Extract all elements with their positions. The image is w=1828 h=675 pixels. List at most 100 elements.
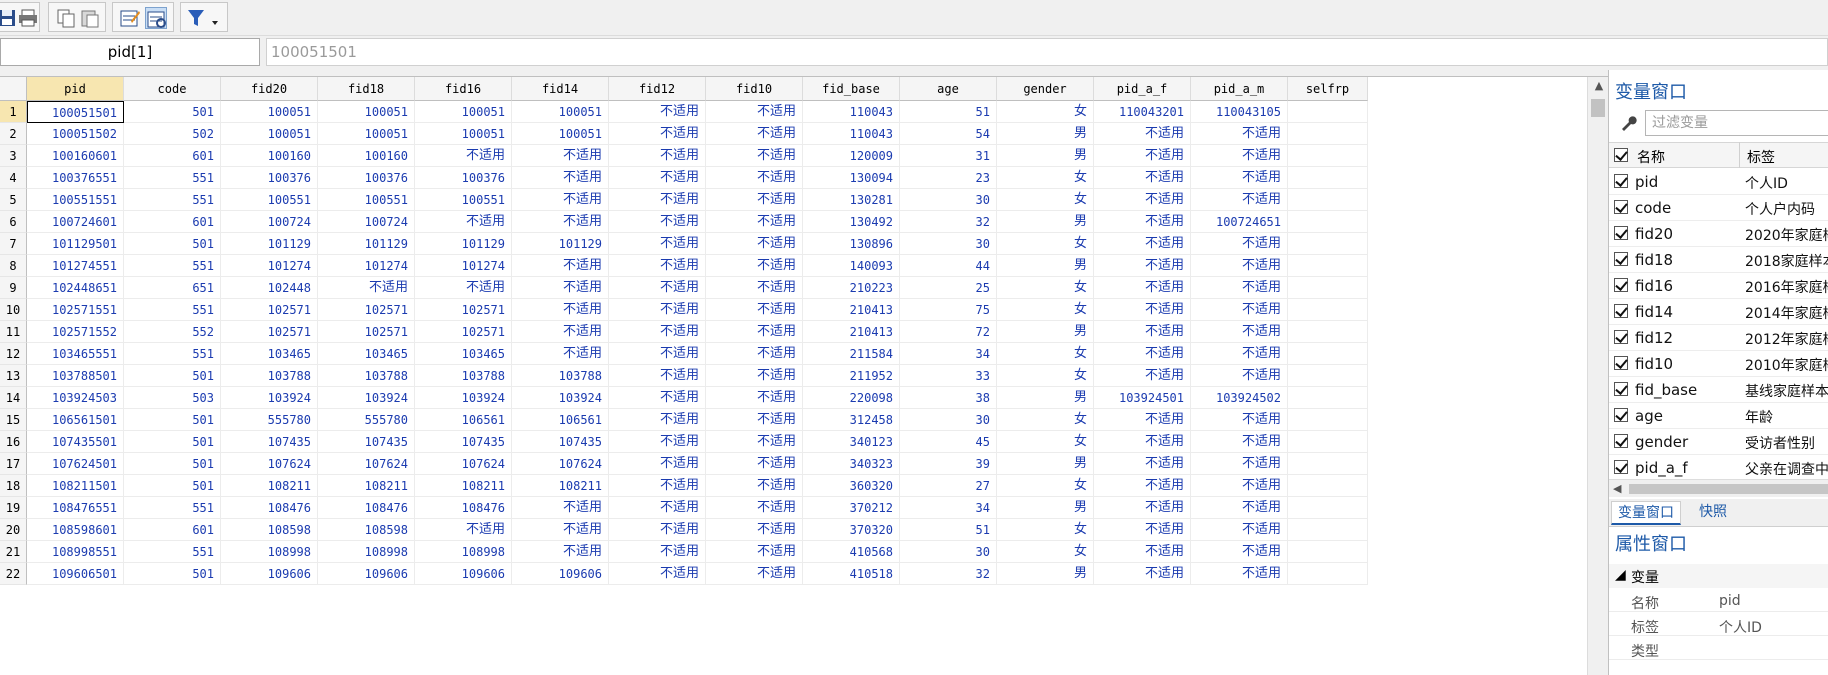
column-header-age[interactable]: age xyxy=(900,77,997,101)
grid-cell-fid14[interactable]: 100051 xyxy=(512,123,609,145)
row-header[interactable]: 12 xyxy=(0,343,27,365)
row-header[interactable]: 8 xyxy=(0,255,27,277)
grid-cell-fid18[interactable]: 100051 xyxy=(318,123,415,145)
grid-cell-pid_a_f[interactable]: 不适用 xyxy=(1094,145,1191,167)
grid-cell-age[interactable]: 51 xyxy=(900,101,997,123)
grid-cell-pid_a_f[interactable]: 110043201 xyxy=(1094,101,1191,123)
grid-cell-fid10[interactable]: 不适用 xyxy=(706,453,803,475)
grid-cell-fid12[interactable]: 不适用 xyxy=(609,299,706,321)
grid-cell-selfrp[interactable] xyxy=(1288,365,1368,387)
print-icon[interactable] xyxy=(17,7,39,29)
grid-cell-fid18[interactable]: 107624 xyxy=(318,453,415,475)
grid-cell-code[interactable]: 551 xyxy=(124,343,221,365)
grid-cell-fid16[interactable]: 不适用 xyxy=(415,145,512,167)
grid-cell-pid_a_f[interactable]: 不适用 xyxy=(1094,189,1191,211)
grid-cell-gender[interactable]: 女 xyxy=(997,409,1094,431)
variable-checkbox[interactable] xyxy=(1614,226,1628,240)
grid-cell-pid_a_f[interactable]: 不适用 xyxy=(1094,211,1191,233)
grid-cell-selfrp[interactable] xyxy=(1288,123,1368,145)
cell-value-box[interactable]: 100051501 xyxy=(266,38,1828,66)
grid-cell-fid18[interactable]: 100376 xyxy=(318,167,415,189)
grid-cell-gender[interactable]: 男 xyxy=(997,387,1094,409)
grid-cell-fid18[interactable]: 101129 xyxy=(318,233,415,255)
grid-cell-selfrp[interactable] xyxy=(1288,409,1368,431)
grid-cell-fid18[interactable]: 102571 xyxy=(318,299,415,321)
grid-cell-pid[interactable]: 101129501 xyxy=(27,233,124,255)
copy-icon[interactable] xyxy=(55,7,77,29)
grid-cell-gender[interactable]: 男 xyxy=(997,211,1094,233)
grid-cell-fid_base[interactable]: 360320 xyxy=(803,475,900,497)
column-header-pid_a_f[interactable]: pid_a_f xyxy=(1094,77,1191,101)
grid-cell-fid10[interactable]: 不适用 xyxy=(706,211,803,233)
property-row[interactable]: 类型 xyxy=(1609,638,1828,660)
column-header-fid14[interactable]: fid14 xyxy=(512,77,609,101)
grid-cell-fid18[interactable]: 101274 xyxy=(318,255,415,277)
edit-icon[interactable] xyxy=(119,7,141,29)
grid-cell-fid10[interactable]: 不适用 xyxy=(706,387,803,409)
grid-cell-code[interactable]: 551 xyxy=(124,541,221,563)
row-header[interactable]: 1 xyxy=(0,101,27,123)
grid-cell-selfrp[interactable] xyxy=(1288,167,1368,189)
grid-cell-fid_base[interactable]: 410568 xyxy=(803,541,900,563)
variable-checkbox[interactable] xyxy=(1614,460,1628,474)
column-header-code[interactable]: code xyxy=(124,77,221,101)
grid-cell-fid20[interactable]: 107624 xyxy=(221,453,318,475)
grid-cell-fid16[interactable]: 102571 xyxy=(415,321,512,343)
grid-cell-fid20[interactable]: 102571 xyxy=(221,299,318,321)
grid-cell-code[interactable]: 551 xyxy=(124,255,221,277)
grid-cell-pid_a_m[interactable]: 不适用 xyxy=(1191,475,1288,497)
grid-cell-pid_a_m[interactable]: 不适用 xyxy=(1191,145,1288,167)
variable-checkbox[interactable] xyxy=(1614,330,1628,344)
grid-cell-pid[interactable]: 108476551 xyxy=(27,497,124,519)
grid-cell-fid10[interactable]: 不适用 xyxy=(706,519,803,541)
grid-cell-age[interactable]: 45 xyxy=(900,431,997,453)
grid-cell-pid_a_m[interactable]: 不适用 xyxy=(1191,255,1288,277)
scroll-thumb[interactable] xyxy=(1591,99,1605,117)
grid-cell-fid14[interactable]: 107435 xyxy=(512,431,609,453)
grid-cell-fid20[interactable]: 100051 xyxy=(221,123,318,145)
grid-cell-age[interactable]: 32 xyxy=(900,211,997,233)
grid-cell-fid20[interactable]: 102448 xyxy=(221,277,318,299)
grid-cell-pid_a_f[interactable]: 不适用 xyxy=(1094,541,1191,563)
grid-cell-fid16[interactable]: 100051 xyxy=(415,123,512,145)
grid-cell-fid10[interactable]: 不适用 xyxy=(706,343,803,365)
grid-cell-fid10[interactable]: 不适用 xyxy=(706,321,803,343)
grid-cell-fid14[interactable]: 不适用 xyxy=(512,211,609,233)
grid-cell-selfrp[interactable] xyxy=(1288,277,1368,299)
column-header-pid[interactable]: pid xyxy=(27,77,124,101)
grid-cell-selfrp[interactable] xyxy=(1288,497,1368,519)
grid-cell-fid20[interactable]: 100051 xyxy=(221,101,318,123)
grid-cell-fid16[interactable]: 100376 xyxy=(415,167,512,189)
grid-cell-pid_a_m[interactable]: 不适用 xyxy=(1191,277,1288,299)
grid-cell-fid16[interactable]: 不适用 xyxy=(415,211,512,233)
grid-cell-fid14[interactable]: 108211 xyxy=(512,475,609,497)
grid-cell-fid10[interactable]: 不适用 xyxy=(706,563,803,585)
grid-cell-selfrp[interactable] xyxy=(1288,541,1368,563)
grid-cell-code[interactable]: 501 xyxy=(124,563,221,585)
row-header[interactable]: 22 xyxy=(0,563,27,585)
grid-cell-fid16[interactable]: 108211 xyxy=(415,475,512,497)
grid-cell-fid16[interactable]: 100551 xyxy=(415,189,512,211)
grid-cell-fid12[interactable]: 不适用 xyxy=(609,475,706,497)
grid-cell-fid20[interactable]: 107435 xyxy=(221,431,318,453)
grid-cell-pid_a_f[interactable]: 不适用 xyxy=(1094,519,1191,541)
grid-cell-pid_a_f[interactable]: 不适用 xyxy=(1094,343,1191,365)
grid-cell-age[interactable]: 30 xyxy=(900,541,997,563)
grid-cell-fid20[interactable]: 100376 xyxy=(221,167,318,189)
grid-cell-fid14[interactable]: 107624 xyxy=(512,453,609,475)
grid-cell-fid12[interactable]: 不适用 xyxy=(609,145,706,167)
row-header[interactable]: 16 xyxy=(0,431,27,453)
grid-cell-age[interactable]: 38 xyxy=(900,387,997,409)
grid-cell-pid_a_m[interactable]: 不适用 xyxy=(1191,189,1288,211)
grid-cell-fid10[interactable]: 不适用 xyxy=(706,299,803,321)
grid-cell-code[interactable]: 601 xyxy=(124,145,221,167)
column-header-gender[interactable]: gender xyxy=(997,77,1094,101)
grid-cell-fid12[interactable]: 不适用 xyxy=(609,167,706,189)
grid-cell-pid_a_m[interactable]: 100724651 xyxy=(1191,211,1288,233)
grid-cell-fid18[interactable]: 100551 xyxy=(318,189,415,211)
grid-cell-pid[interactable]: 100724601 xyxy=(27,211,124,233)
grid-cell-code[interactable]: 601 xyxy=(124,519,221,541)
grid-cell-selfrp[interactable] xyxy=(1288,321,1368,343)
grid-cell-pid_a_m[interactable]: 不适用 xyxy=(1191,519,1288,541)
grid-cell-fid_base[interactable]: 210413 xyxy=(803,321,900,343)
